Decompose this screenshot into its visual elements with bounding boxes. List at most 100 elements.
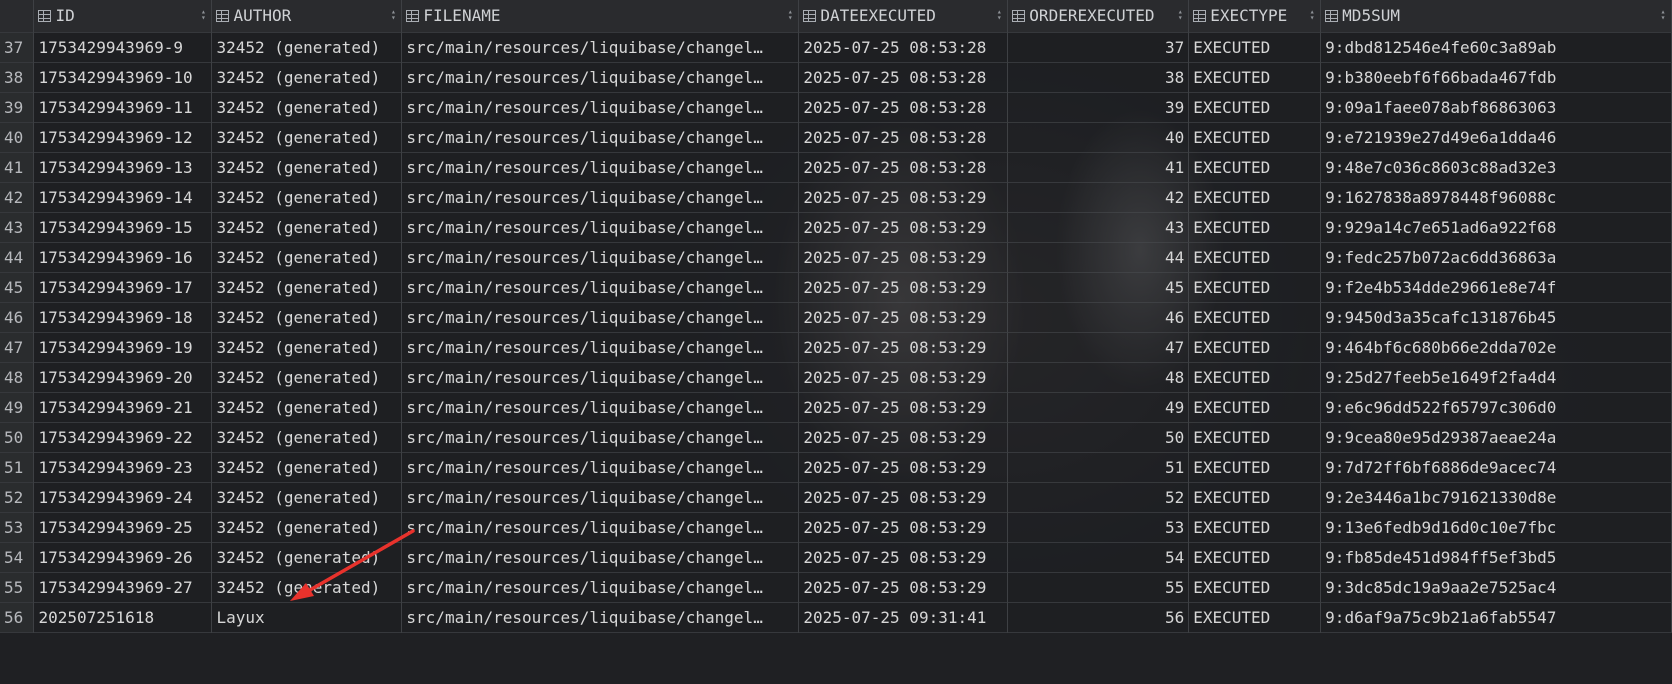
cell-author[interactable]: 32452 (generated): [211, 362, 403, 393]
cell-filename[interactable]: src/main/resources/liquibase/changel…: [401, 62, 800, 93]
cell-md5sum[interactable]: 9:f2e4b534dde29661e8e74f: [1320, 272, 1672, 303]
cell-md5sum[interactable]: 9:fb85de451d984ff5ef3bd5: [1320, 542, 1672, 573]
cell-orderexecuted[interactable]: 47: [1007, 332, 1190, 363]
cell-author[interactable]: 32452 (generated): [211, 482, 403, 513]
table-row[interactable]: 42 1753429943969-14 32452 (generated) src/m…: [0, 182, 1672, 213]
cell-exectype[interactable]: EXECUTED: [1188, 152, 1322, 183]
cell-filename[interactable]: src/main/resources/liquibase/changel…: [401, 452, 800, 483]
table-row[interactable]: 38 1753429943969-10 32452 (generated) src/m…: [0, 62, 1672, 93]
cell-dateexecuted[interactable]: 2025-07-25 08:53:29: [798, 302, 1009, 333]
sort-toggle-icon[interactable]: ▴ ▾: [787, 8, 793, 22]
cell-orderexecuted[interactable]: 42: [1007, 182, 1190, 213]
cell-dateexecuted[interactable]: 2025-07-25 08:53:29: [798, 362, 1009, 393]
cell-exectype[interactable]: EXECUTED: [1188, 242, 1322, 273]
sort-toggle-icon[interactable]: ▴ ▾: [1309, 8, 1315, 22]
cell-dateexecuted[interactable]: 2025-07-25 08:53:29: [798, 272, 1009, 303]
cell-id[interactable]: 1753429943969-25: [33, 512, 213, 543]
cell-id[interactable]: 1753429943969-10: [33, 62, 213, 93]
cell-id[interactable]: 1753429943969-16: [33, 242, 213, 273]
cell-md5sum[interactable]: 9:7d72ff6bf6886de9acec74: [1320, 452, 1672, 483]
cell-id[interactable]: 202507251618: [33, 602, 213, 633]
cell-filename[interactable]: src/main/resources/liquibase/changel…: [401, 542, 800, 573]
cell-filename[interactable]: src/main/resources/liquibase/changel…: [401, 92, 800, 123]
cell-filename[interactable]: src/main/resources/liquibase/changel…: [401, 272, 800, 303]
cell-author[interactable]: 32452 (generated): [211, 302, 403, 333]
cell-author[interactable]: 32452 (generated): [211, 122, 403, 153]
cell-orderexecuted[interactable]: 38: [1007, 62, 1190, 93]
cell-orderexecuted[interactable]: 43: [1007, 212, 1190, 243]
table-row[interactable]: 47 1753429943969-19 32452 (generated) src/m…: [0, 332, 1672, 363]
cell-orderexecuted[interactable]: 56: [1007, 602, 1190, 633]
table-row[interactable]: 55 1753429943969-27 32452 (generated) src/m…: [0, 572, 1672, 603]
cell-filename[interactable]: src/main/resources/liquibase/changel…: [401, 362, 800, 393]
cell-filename[interactable]: src/main/resources/liquibase/changel…: [401, 32, 800, 63]
cell-id[interactable]: 1753429943969-18: [33, 302, 213, 333]
table-row[interactable]: 43 1753429943969-15 32452 (generated) src/m…: [0, 212, 1672, 243]
cell-dateexecuted[interactable]: 2025-07-25 08:53:28: [798, 92, 1009, 123]
cell-filename[interactable]: src/main/resources/liquibase/changel…: [401, 512, 800, 543]
cell-id[interactable]: 1753429943969-14: [33, 182, 213, 213]
cell-dateexecuted[interactable]: 2025-07-25 08:53:29: [798, 182, 1009, 213]
table-row[interactable]: 56 202507251618 Layux src/main/resources/li…: [0, 602, 1672, 633]
cell-dateexecuted[interactable]: 2025-07-25 08:53:29: [798, 542, 1009, 573]
cell-author[interactable]: 32452 (generated): [211, 242, 403, 273]
cell-orderexecuted[interactable]: 44: [1007, 242, 1190, 273]
cell-dateexecuted[interactable]: 2025-07-25 08:53:28: [798, 152, 1009, 183]
cell-id[interactable]: 1753429943969-26: [33, 542, 213, 573]
cell-md5sum[interactable]: 9:2e3446a1bc791621330d8e: [1320, 482, 1672, 513]
cell-exectype[interactable]: EXECUTED: [1188, 362, 1322, 393]
cell-author[interactable]: 32452 (generated): [211, 332, 403, 363]
cell-filename[interactable]: src/main/resources/liquibase/changel…: [401, 332, 800, 363]
cell-orderexecuted[interactable]: 39: [1007, 92, 1190, 123]
header-dateexecuted[interactable]: DATEEXECUTED ▴ ▾: [798, 0, 1009, 33]
cell-author[interactable]: 32452 (generated): [211, 422, 403, 453]
cell-orderexecuted[interactable]: 55: [1007, 572, 1190, 603]
sort-toggle-icon[interactable]: ▴ ▾: [1660, 8, 1666, 22]
header-author[interactable]: AUTHOR ▴ ▾: [211, 0, 403, 33]
cell-dateexecuted[interactable]: 2025-07-25 08:53:29: [798, 452, 1009, 483]
table-row[interactable]: 45 1753429943969-17 32452 (generated) src/m…: [0, 272, 1672, 303]
cell-md5sum[interactable]: 9:1627838a8978448f96088c: [1320, 182, 1672, 213]
table-row[interactable]: 41 1753429943969-13 32452 (generated) src/m…: [0, 152, 1672, 183]
cell-exectype[interactable]: EXECUTED: [1188, 212, 1322, 243]
cell-author[interactable]: 32452 (generated): [211, 572, 403, 603]
cell-md5sum[interactable]: 9:13e6fedb9d16d0c10e7fbc: [1320, 512, 1672, 543]
sort-toggle-icon[interactable]: ▴ ▾: [996, 8, 1002, 22]
cell-dateexecuted[interactable]: 2025-07-25 08:53:29: [798, 332, 1009, 363]
cell-md5sum[interactable]: 9:929a14c7e651ad6a922f68: [1320, 212, 1672, 243]
table-row[interactable]: 52 1753429943969-24 32452 (generated) src/m…: [0, 482, 1672, 513]
cell-filename[interactable]: src/main/resources/liquibase/changel…: [401, 152, 800, 183]
table-row[interactable]: 53 1753429943969-25 32452 (generated) src/m…: [0, 512, 1672, 543]
cell-exectype[interactable]: EXECUTED: [1188, 512, 1322, 543]
cell-author[interactable]: 32452 (generated): [211, 512, 403, 543]
cell-filename[interactable]: src/main/resources/liquibase/changel…: [401, 422, 800, 453]
cell-orderexecuted[interactable]: 41: [1007, 152, 1190, 183]
table-row[interactable]: 39 1753429943969-11 32452 (generated) src/m…: [0, 92, 1672, 123]
header-exectype[interactable]: EXECTYPE ▴ ▾: [1188, 0, 1322, 33]
header-filename[interactable]: FILENAME ▴ ▾: [401, 0, 800, 33]
cell-filename[interactable]: src/main/resources/liquibase/changel…: [401, 602, 800, 633]
cell-exectype[interactable]: EXECUTED: [1188, 602, 1322, 633]
table-row[interactable]: 48 1753429943969-20 32452 (generated) src/m…: [0, 362, 1672, 393]
cell-exectype[interactable]: EXECUTED: [1188, 92, 1322, 123]
cell-dateexecuted[interactable]: 2025-07-25 08:53:28: [798, 62, 1009, 93]
cell-dateexecuted[interactable]: 2025-07-25 08:53:29: [798, 512, 1009, 543]
cell-author[interactable]: Layux: [211, 602, 403, 633]
cell-author[interactable]: 32452 (generated): [211, 542, 403, 573]
cell-id[interactable]: 1753429943969-11: [33, 92, 213, 123]
cell-orderexecuted[interactable]: 49: [1007, 392, 1190, 423]
cell-id[interactable]: 1753429943969-17: [33, 272, 213, 303]
cell-md5sum[interactable]: 9:dbd812546e4fe60c3a89ab: [1320, 32, 1672, 63]
cell-filename[interactable]: src/main/resources/liquibase/changel…: [401, 572, 800, 603]
cell-orderexecuted[interactable]: 40: [1007, 122, 1190, 153]
cell-orderexecuted[interactable]: 48: [1007, 362, 1190, 393]
cell-author[interactable]: 32452 (generated): [211, 92, 403, 123]
cell-exectype[interactable]: EXECUTED: [1188, 392, 1322, 423]
cell-filename[interactable]: src/main/resources/liquibase/changel…: [401, 212, 800, 243]
cell-md5sum[interactable]: 9:e721939e27d49e6a1dda46: [1320, 122, 1672, 153]
cell-md5sum[interactable]: 9:464bf6c680b66e2dda702e: [1320, 332, 1672, 363]
cell-md5sum[interactable]: 9:48e7c036c8603c88ad32e3: [1320, 152, 1672, 183]
cell-exectype[interactable]: EXECUTED: [1188, 332, 1322, 363]
cell-exectype[interactable]: EXECUTED: [1188, 272, 1322, 303]
sort-toggle-icon[interactable]: ▴ ▾: [200, 8, 206, 22]
